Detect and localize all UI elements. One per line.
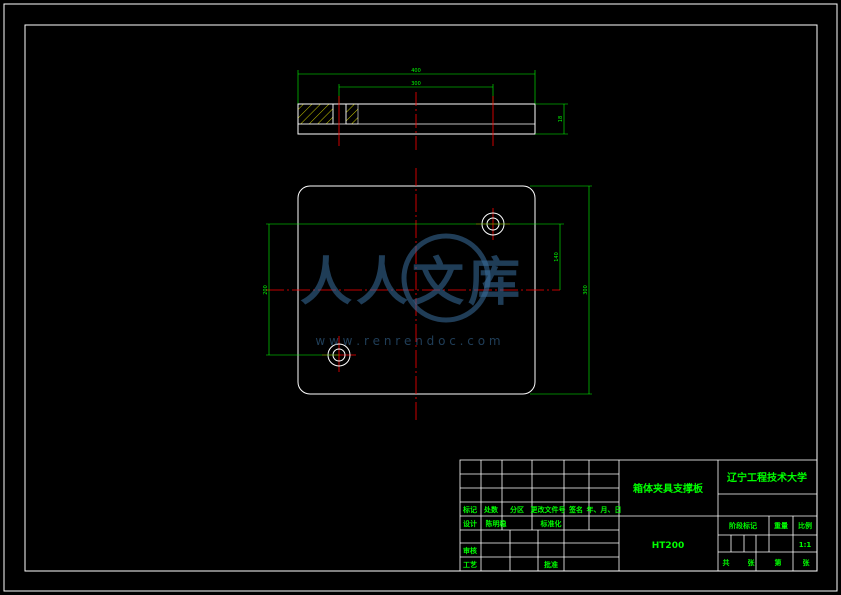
- tb-standardize: 标准化: [540, 519, 562, 528]
- tb-process: 工艺: [463, 560, 477, 569]
- tb-page-suffix: 张: [803, 558, 811, 567]
- tb-scale-value: 1:1: [799, 541, 812, 549]
- tb-review: 审核: [463, 546, 477, 555]
- tb-scale-label: 比例: [798, 521, 812, 530]
- tb-total: 共: [723, 558, 730, 567]
- tb-weight: 重量: [774, 521, 788, 530]
- tb-change-doc: 更改文件号: [531, 505, 566, 514]
- tb-sheet: 张: [748, 558, 756, 567]
- cad-drawing: 400 300 18 300 140 200 人人文库 w w w . r e …: [0, 0, 841, 595]
- dim-holes: 300: [411, 81, 421, 87]
- tb-design: 设计: [463, 519, 477, 528]
- dim-thickness: 18: [558, 116, 564, 122]
- dim-hole-v: 200: [263, 285, 269, 295]
- tb-page: 第: [775, 558, 782, 567]
- tb-designer: 陈明稳: [486, 519, 507, 528]
- dim-hole-h: 140: [554, 252, 560, 262]
- tb-signature: 签名: [568, 505, 583, 514]
- dim-overall: 400: [411, 68, 421, 74]
- tb-stage-mark: 阶段标记: [729, 521, 757, 530]
- hatch-left: [297, 103, 334, 125]
- tb-count: 处数: [483, 505, 499, 514]
- tb-approve: 批准: [544, 560, 558, 569]
- tb-school: 辽宁工程技术大学: [727, 471, 807, 484]
- tb-material: HT200: [652, 541, 684, 551]
- tb-part-name: 箱体夹具支撑板: [633, 482, 704, 495]
- hatch-right: [345, 103, 359, 125]
- tb-zone: 分区: [510, 505, 524, 514]
- dim-plan-height: 300: [583, 285, 589, 295]
- watermark-url: w w w . r e n r e n d o c . c o m: [315, 334, 500, 348]
- tb-date: 年、月、日: [587, 505, 622, 514]
- watermark-text: 人人文库: [300, 253, 524, 313]
- tb-mark: 标记: [462, 505, 477, 514]
